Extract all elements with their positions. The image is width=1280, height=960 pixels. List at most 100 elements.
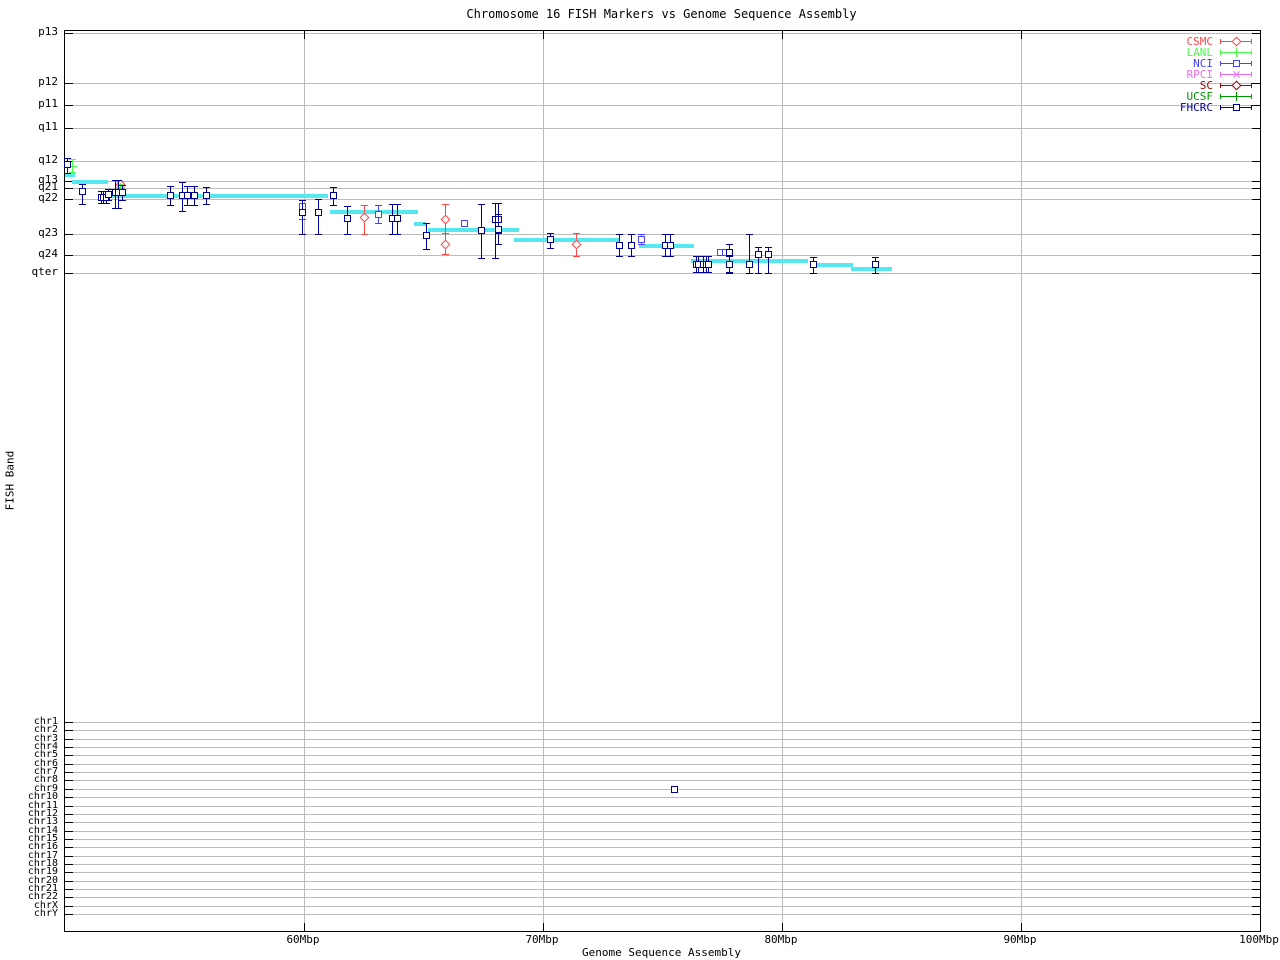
error-bar-cap [105, 189, 112, 190]
data-point-fhcrc [810, 261, 817, 268]
gridline-h [65, 889, 1260, 890]
error-bar-cap [330, 205, 337, 206]
y-tick-left [65, 128, 73, 129]
error-bar-cap [315, 234, 322, 235]
y-tick-right [1252, 872, 1260, 873]
y-tick-right [1252, 847, 1260, 848]
legend-cap [1220, 72, 1221, 77]
legend-label-fhcrc: FHCRC [1179, 101, 1213, 114]
data-point-fhcrc [203, 192, 210, 199]
legend-cap [1251, 83, 1252, 88]
legend-marker-sc [1231, 80, 1242, 91]
data-point-fhcrc [167, 192, 174, 199]
gridline-h [65, 128, 1260, 129]
error-bar-cap [573, 256, 580, 257]
data-point-fhcrc [299, 209, 306, 216]
y-tick-right [1252, 747, 1260, 748]
data-point-fhcrc [495, 226, 502, 233]
error-bar-cap [628, 234, 635, 235]
legend-marker-rpci [1230, 68, 1243, 81]
band-row-label: p12 [38, 75, 58, 88]
legend-cap [1251, 94, 1252, 99]
y-tick-left [65, 83, 73, 84]
gridline-h [65, 199, 1260, 200]
band-row-label: q22 [38, 191, 58, 204]
data-point-csmc [440, 214, 451, 225]
error-bar-cap [765, 273, 772, 274]
y-tick-left [65, 872, 73, 873]
y-tick-left [65, 864, 73, 865]
y-tick-right [1252, 234, 1260, 235]
data-point-fhcrc [119, 189, 126, 196]
data-point-fhcrc [726, 249, 733, 256]
data-point-fhcrc [667, 242, 674, 249]
error-bar-cap [423, 249, 430, 250]
x-tick-label: 70Mbp [525, 933, 559, 946]
y-tick-left [65, 806, 73, 807]
error-bar-cap [394, 204, 401, 205]
error-bar-cap [810, 273, 817, 274]
error-bar-cap [423, 223, 430, 224]
assembly-segment [106, 194, 328, 198]
legend-cap [1220, 105, 1221, 110]
legend-row: CSMC [1100, 35, 1252, 48]
error-bar-cap [375, 223, 382, 224]
error-bar-cap [705, 272, 712, 273]
y-tick-right [1252, 739, 1260, 740]
y-tick-right [1252, 33, 1260, 34]
y-axis-label: FISH Band [3, 450, 17, 511]
y-tick-left [65, 822, 73, 823]
band-row-label: q12 [38, 153, 58, 166]
error-bar-cap [492, 258, 499, 259]
legend-sample [1220, 92, 1252, 101]
data-point-fhcrc [755, 251, 762, 258]
y-tick-left [65, 33, 73, 34]
error-bar-cap [79, 184, 86, 185]
y-tick-right [1252, 864, 1260, 865]
data-point-fhcrc [628, 242, 635, 249]
data-point-fhcrc [344, 215, 351, 222]
y-tick-left [65, 188, 73, 189]
legend-cap [1251, 72, 1252, 77]
y-tick-right [1252, 856, 1260, 857]
legend-row: UCSF [1100, 90, 1252, 103]
gridline-v [543, 31, 544, 931]
gridline-h [65, 797, 1260, 798]
y-tick-left [65, 722, 73, 723]
assembly-segment [514, 238, 619, 242]
x-tick-label: 80Mbp [764, 933, 798, 946]
error-bar-cap [299, 234, 306, 235]
x-tick-bottom [1021, 923, 1022, 931]
x-tick-top [304, 31, 305, 39]
gridline-h [65, 83, 1260, 84]
x-tick-top [1021, 31, 1022, 39]
data-point-nci [375, 211, 382, 218]
gridline-h [65, 181, 1260, 182]
error-bar-cap [705, 256, 712, 257]
y-tick-right [1252, 822, 1260, 823]
error-bar-cap [495, 214, 502, 215]
y-tick-left [65, 273, 73, 274]
error-bar-cap [495, 203, 502, 204]
error-bar-cap [638, 244, 645, 245]
data-point-fhcrc [423, 232, 430, 239]
error-bar-cap [203, 187, 210, 188]
y-tick-left [65, 914, 73, 915]
y-tick-left [65, 814, 73, 815]
band-row-label: p11 [38, 97, 58, 110]
error-bar-cap [184, 186, 191, 187]
data-point-nci [461, 220, 468, 227]
data-point-csmc [359, 212, 370, 223]
data-point-fhcrc [726, 261, 733, 268]
error-bar [302, 200, 303, 234]
legend-cap [1220, 61, 1221, 66]
data-point-fhcrc [765, 251, 772, 258]
y-tick-left [65, 780, 73, 781]
y-tick-right [1252, 755, 1260, 756]
error-bar-cap [667, 256, 674, 257]
gridline-h [65, 161, 1260, 162]
error-bar-cap [330, 187, 337, 188]
error-bar-cap [872, 273, 879, 274]
gridline-h [65, 831, 1260, 832]
y-tick-left [65, 906, 73, 907]
